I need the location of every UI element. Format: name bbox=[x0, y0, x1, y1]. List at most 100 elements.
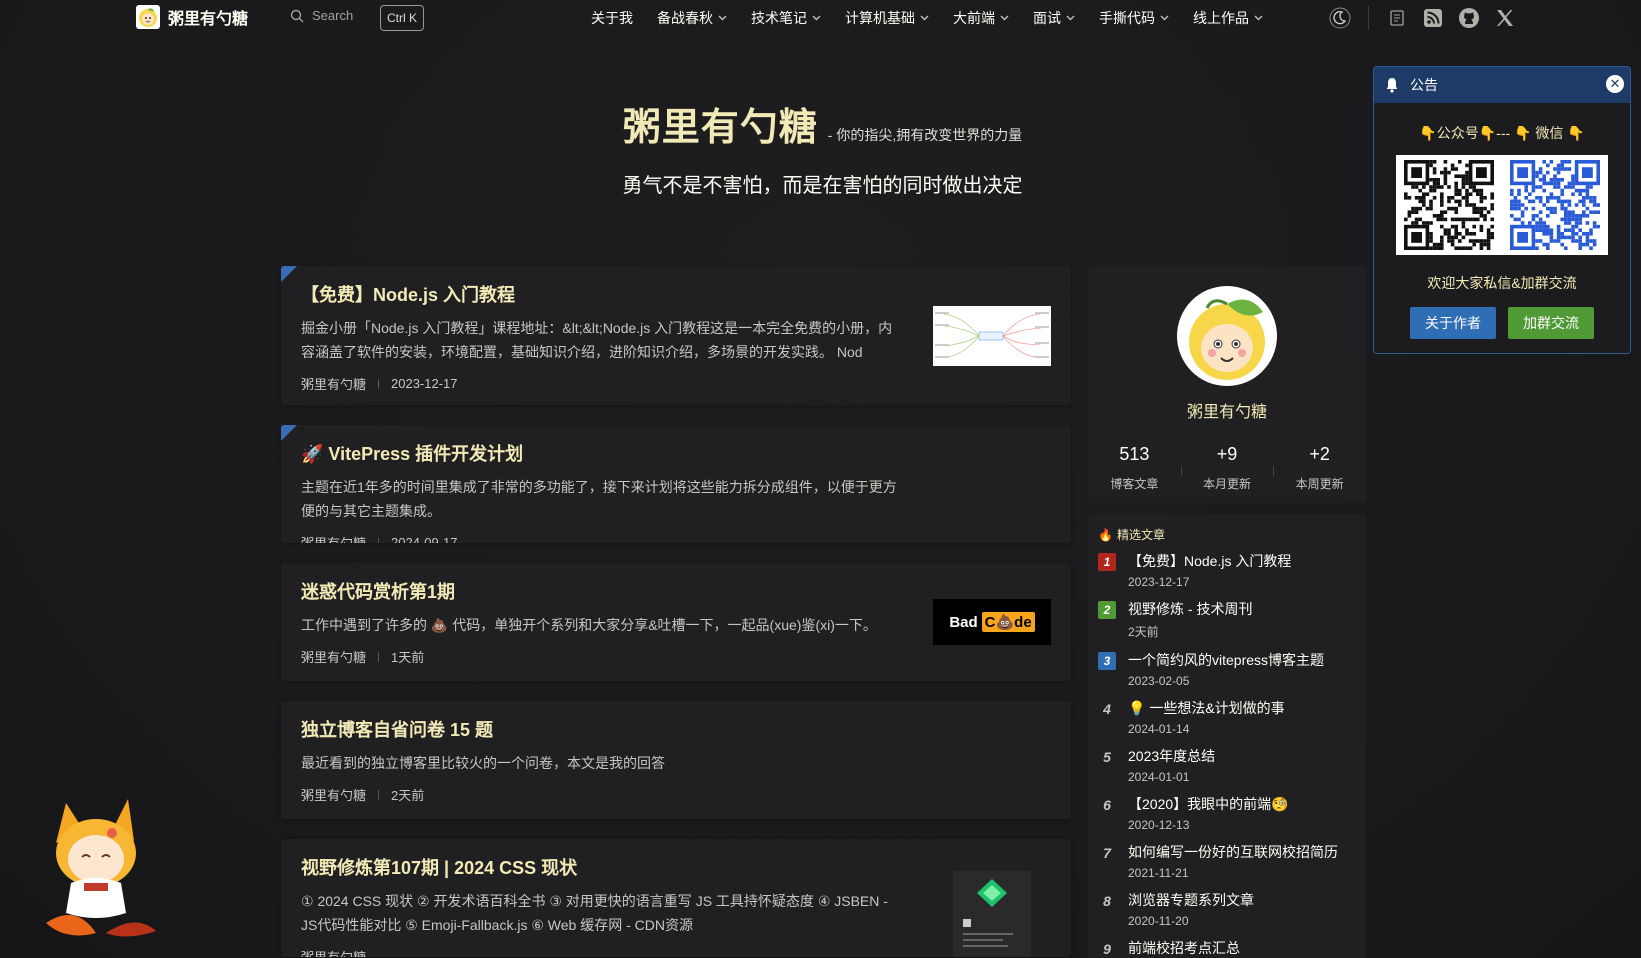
featured-rank: 9 bbox=[1103, 941, 1111, 957]
nav-item-2[interactable]: 技术笔记 bbox=[751, 8, 821, 28]
notice-title: 公告 bbox=[1410, 77, 1438, 93]
featured-date: 2020-11-20 bbox=[1128, 914, 1189, 928]
meta-separator bbox=[378, 651, 380, 662]
chevron-down-icon bbox=[1254, 13, 1263, 24]
featured-title[interactable]: 💡 一些想法&计划做的事 bbox=[1128, 698, 1285, 718]
github-icon[interactable] bbox=[1457, 6, 1481, 30]
pinned-corner-mark bbox=[281, 266, 297, 282]
mascot-image[interactable] bbox=[26, 783, 161, 946]
post-author: 粥里有勺糖 bbox=[301, 947, 366, 957]
author-card: 粥里有勺糖 513 博客文章 +9 本月更新 +2 本周更新 bbox=[1088, 266, 1366, 503]
nav-item-5[interactable]: 面试 bbox=[1033, 8, 1075, 28]
nav-item-label: 大前端 bbox=[953, 10, 995, 26]
chevron-down-icon bbox=[1066, 13, 1075, 24]
featured-item[interactable]: 3 一个简约风的vitepress博客主题 2023-02-05 bbox=[1098, 650, 1356, 688]
featured-date: 2023-12-17 bbox=[1128, 575, 1190, 589]
post-title[interactable]: 迷惑代码赏析第1期 bbox=[301, 579, 901, 605]
featured-rank: 2 bbox=[1098, 601, 1116, 619]
post-title[interactable]: 【免费】Node.js 入门教程 bbox=[301, 282, 901, 308]
author-avatar[interactable] bbox=[1177, 286, 1277, 386]
search-icon bbox=[290, 9, 304, 22]
search-placeholder: Search bbox=[312, 8, 354, 23]
featured-item[interactable]: 9 前端校招考点汇总 bbox=[1098, 938, 1356, 958]
featured-title[interactable]: 如何编写一份好的互联网校招简历 bbox=[1128, 842, 1338, 862]
chevron-down-icon bbox=[1000, 13, 1009, 24]
featured-item[interactable]: 6 【2020】我眼中的前端🧐 2020-12-13 bbox=[1098, 794, 1356, 832]
badcode-thumb-word: Bad bbox=[949, 613, 978, 631]
post-card[interactable]: 视野修炼第107期 | 2024 CSS 现状 ① 2024 CSS 现状 ② 开… bbox=[281, 839, 1071, 957]
post-excerpt: ① 2024 CSS 现状 ② 开发术语百科全书 ③ 对用更快的语言重写 JS … bbox=[301, 893, 888, 933]
featured-title[interactable]: 2023年度总结 bbox=[1128, 746, 1215, 766]
x-twitter-icon[interactable] bbox=[1493, 6, 1517, 30]
featured-item[interactable]: 8 浏览器专题系列文章 2020-11-20 bbox=[1098, 890, 1356, 928]
notice-header: 公告 bbox=[1374, 67, 1630, 103]
featured-item[interactable]: 1 【免费】Node.js 入门教程 2023-12-17 bbox=[1098, 551, 1356, 589]
post-card[interactable]: 迷惑代码赏析第1期工作中遇到了许多的 💩 代码，单独开个系列和大家分享&吐槽一下… bbox=[281, 563, 1071, 681]
post-card[interactable]: 独立博客自省问卷 15 题最近看到的独立博客里比较火的一个问卷，本文是我的回答粥… bbox=[281, 701, 1071, 819]
notice-subtitle: 👇公众号👇--- 👇 微信 👇 bbox=[1419, 125, 1585, 141]
post-thumbnail[interactable]: Bad C💩de bbox=[933, 599, 1051, 645]
nav-item-4[interactable]: 大前端 bbox=[953, 8, 1009, 28]
site-logo[interactable]: 粥里有勺糖 bbox=[136, 5, 248, 29]
close-icon[interactable]: ✕ bbox=[1606, 75, 1624, 93]
post-title[interactable]: 视野修炼第107期 | 2024 CSS 现状 bbox=[301, 855, 901, 881]
featured-heading: 🔥 精选文章 bbox=[1098, 526, 1356, 543]
featured-item[interactable]: 4 💡 一些想法&计划做的事 2024-01-14 bbox=[1098, 698, 1356, 736]
featured-heading-text: 精选文章 bbox=[1116, 528, 1165, 542]
hero-title: 粥里有勺糖 bbox=[622, 107, 818, 149]
featured-title[interactable]: 视野修炼 - 技术周刊 bbox=[1128, 599, 1252, 619]
featured-item[interactable]: 2 视野修炼 - 技术周刊 2天前 bbox=[1098, 599, 1356, 640]
pinned-corner-mark bbox=[281, 425, 297, 441]
chevron-down-icon bbox=[920, 13, 929, 24]
author-name: 粥里有勺糖 bbox=[1186, 404, 1267, 421]
meta-separator bbox=[378, 378, 380, 389]
nav-item-7[interactable]: 线上作品 bbox=[1193, 8, 1263, 28]
featured-title[interactable]: 前端校招考点汇总 bbox=[1128, 938, 1240, 958]
post-meta: 粥里有勺糖 1天前 bbox=[301, 647, 901, 666]
notice-popup: 公告 ✕ 👇公众号👇--- 👇 微信 👇 欢迎大家私信&加群交流 关于作者 加群… bbox=[1373, 66, 1631, 354]
search-shortcut-badge: Ctrl K bbox=[380, 5, 424, 31]
post-card[interactable]: 🚀 VitePress 插件开发计划主题在近1年多的时间里集成了非常的多功能了，… bbox=[281, 425, 1071, 543]
post-excerpt: 工作中遇到了许多的 💩 代码，单独开个系列和大家分享&吐槽一下，一起品(xue)… bbox=[301, 617, 877, 633]
post-thumbnail[interactable] bbox=[953, 871, 1031, 957]
post-meta: 粥里有勺糖 2023-12-17 bbox=[301, 374, 901, 393]
join-group-button[interactable]: 加群交流 bbox=[1508, 307, 1594, 339]
post-excerpt: 掘金小册「Node.js 入门教程」课程地址：&lt;&lt;Node.js 入… bbox=[301, 320, 893, 360]
nav-item-0[interactable]: 关于我 bbox=[591, 8, 633, 28]
post-meta: 粥里有勺糖 2024-09-17 bbox=[301, 533, 901, 543]
chevron-down-icon bbox=[812, 13, 821, 24]
featured-item[interactable]: 7 如何编写一份好的互联网校招简历 2021-11-21 bbox=[1098, 842, 1356, 880]
post-card[interactable]: 【免费】Node.js 入门教程掘金小册「Node.js 入门教程」课程地址：&… bbox=[281, 266, 1071, 405]
notes-icon[interactable] bbox=[1385, 6, 1409, 30]
chevron-down-icon bbox=[718, 13, 727, 24]
nav-item-1[interactable]: 备战春秋 bbox=[657, 8, 727, 28]
author-stat: +9 本月更新 bbox=[1180, 444, 1274, 492]
stat-number: +2 bbox=[1309, 444, 1330, 464]
post-thumbnail[interactable] bbox=[933, 306, 1051, 366]
about-author-button[interactable]: 关于作者 bbox=[1410, 307, 1496, 339]
featured-title[interactable]: 【免费】Node.js 入门教程 bbox=[1128, 551, 1291, 571]
post-title[interactable]: 🚀 VitePress 插件开发计划 bbox=[301, 441, 901, 467]
nav-item-6[interactable]: 手撕代码 bbox=[1099, 8, 1169, 28]
author-stats: 513 博客文章 +9 本月更新 +2 本周更新 bbox=[1088, 444, 1366, 492]
post-excerpt: 最近看到的独立博客里比较火的一个问卷，本文是我的回答 bbox=[301, 755, 665, 771]
featured-rank: 6 bbox=[1103, 797, 1111, 813]
nav-menu: 关于我 备战春秋 技术笔记 计算机基础 大前端 面试 手撕代码 线上作品 bbox=[591, 0, 1287, 36]
post-title[interactable]: 独立博客自省问卷 15 题 bbox=[301, 717, 901, 743]
search-button[interactable]: Search bbox=[290, 8, 353, 23]
rss-icon[interactable] bbox=[1421, 6, 1445, 30]
featured-title[interactable]: 浏览器专题系列文章 bbox=[1128, 890, 1254, 910]
theme-toggle-icon[interactable] bbox=[1328, 6, 1352, 30]
meta-separator bbox=[378, 789, 380, 800]
badcode-thumb-logo: C💩de bbox=[981, 612, 1035, 632]
featured-date: 2023-02-05 bbox=[1128, 674, 1190, 688]
nav-item-3[interactable]: 计算机基础 bbox=[845, 8, 929, 28]
navbar: 粥里有勺糖 Search Ctrl K 关于我 备战春秋 技术笔记 计算机基础 大前端 面… bbox=[0, 0, 1641, 36]
featured-title[interactable]: 【2020】我眼中的前端🧐 bbox=[1128, 794, 1289, 814]
featured-item[interactable]: 5 2023年度总结 2024-01-01 bbox=[1098, 746, 1356, 784]
nav-item-label: 线上作品 bbox=[1193, 10, 1249, 26]
stat-number: +9 bbox=[1216, 444, 1238, 464]
nav-item-label: 面试 bbox=[1033, 10, 1061, 26]
post-excerpt: 主题在近1年多的时间里集成了非常的多功能了，接下来计划将这些能力拆分成组件，以便… bbox=[301, 479, 897, 519]
featured-title[interactable]: 一个简约风的vitepress博客主题 bbox=[1128, 650, 1324, 670]
